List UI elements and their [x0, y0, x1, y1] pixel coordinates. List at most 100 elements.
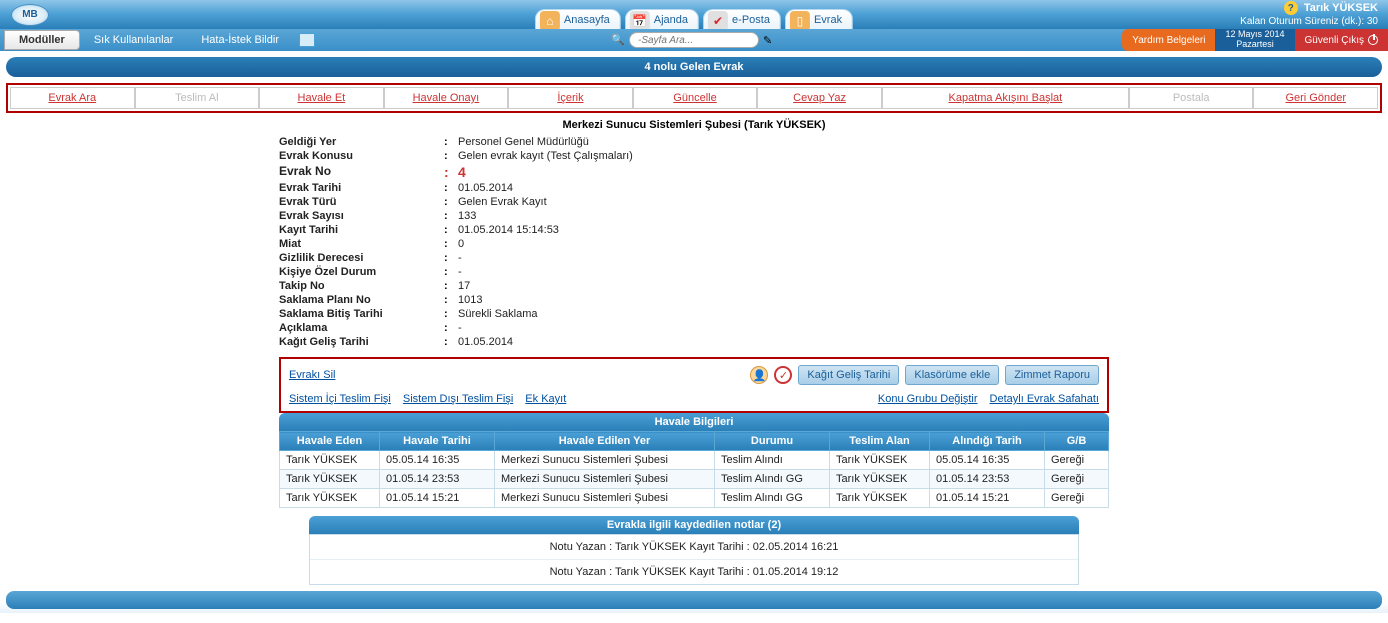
detail-panel: Merkezi Sunucu Sistemleri Şubesi (Tarık …: [279, 119, 1109, 349]
help-icon[interactable]: ?: [1284, 1, 1298, 15]
power-icon: [1368, 35, 1378, 45]
pen-icon[interactable]: ✎: [763, 33, 777, 47]
evraki-sil-link[interactable]: Evrakı Sil: [289, 369, 335, 381]
nav-mail[interactable]: ✔ e-Posta: [703, 9, 781, 29]
kisiye-label: Kişiye Özel Durum: [279, 266, 444, 278]
evrak-tarihi-label: Evrak Tarihi: [279, 182, 444, 194]
table-row[interactable]: Tarık YÜKSEK01.05.14 23:53Merkezi Sunucu…: [280, 470, 1109, 489]
logo-badge[interactable]: MB: [11, 4, 49, 26]
safe-exit-button[interactable]: Güvenli Çıkış: [1295, 29, 1388, 51]
mail-icon: ✔: [708, 11, 728, 31]
top-nav: ⌂ Anasayfa 📅Ajanda ✔ e-Posta ▯Evrak: [535, 0, 853, 29]
takip-value: 17: [458, 280, 1109, 292]
gizlilik-label: Gizlilik Derecesi: [279, 252, 444, 264]
havale-table: Havale Eden Havale Tarihi Havale Edilen …: [279, 431, 1109, 508]
kayit-tarihi-value: 01.05.2014 15:14:53: [458, 224, 1109, 236]
ek-kayit-link[interactable]: Ek Kayıt: [525, 393, 566, 405]
saklama-plan-value: 1013: [458, 294, 1109, 306]
havale-et-link[interactable]: Havale Et: [298, 92, 346, 104]
secondary-actions-highlight: Evrakı Sil 👤 ✓ Kağıt Geliş Tarihi Klasör…: [279, 357, 1109, 413]
toolbar-icon[interactable]: [299, 33, 315, 47]
table-cell: Merkezi Sunucu Sistemleri Şubesi: [495, 470, 715, 489]
evrak-ara-link[interactable]: Evrak Ara: [48, 92, 96, 104]
col-havale-tarihi: Havale Tarihi: [380, 432, 495, 451]
col-havale-yer: Havale Edilen Yer: [495, 432, 715, 451]
table-cell: 01.05.14 15:21: [380, 489, 495, 508]
table-cell: Gereği: [1045, 470, 1109, 489]
table-cell: Gereği: [1045, 451, 1109, 470]
table-cell: 05.05.14 16:35: [930, 451, 1045, 470]
action-bar-highlight: Evrak Ara Teslim Al Havale Et Havale Ona…: [6, 83, 1382, 113]
nav-home-label: Anasayfa: [564, 14, 610, 26]
col-gb: G/B: [1045, 432, 1109, 451]
evrak-konusu-value: Gelen evrak kayıt (Test Çalışmaları): [458, 150, 1109, 162]
table-cell: Tarık YÜKSEK: [830, 489, 930, 508]
detayli-safahat-link[interactable]: Detaylı Evrak Safahatı: [990, 393, 1099, 405]
search-icon: 🔍: [611, 33, 625, 47]
favorites-link[interactable]: Sık Kullanılanlar: [80, 34, 188, 46]
error-report-link[interactable]: Hata-İstek Bildir: [187, 34, 293, 46]
date-line2: Pazartesi: [1225, 40, 1284, 50]
home-icon: ⌂: [540, 11, 560, 31]
top-header: MB ⌂ Anasayfa 📅Ajanda ✔ e-Posta ▯Evrak ? Ta…: [0, 0, 1388, 29]
table-cell: Teslim Alındı GG: [715, 489, 830, 508]
logo-area: MB: [0, 0, 60, 29]
saklama-bitis-label: Saklama Bitiş Tarihi: [279, 308, 444, 320]
notes-title: Evrakla ilgili kaydedilen notlar (2): [309, 516, 1079, 534]
nav-agenda-label: Ajanda: [654, 14, 688, 26]
teslim-al-link: Teslim Al: [175, 92, 218, 104]
miat-label: Miat: [279, 238, 444, 250]
kisiye-value: -: [458, 266, 1109, 278]
session-minutes: 30: [1367, 16, 1378, 27]
nav-agenda[interactable]: 📅Ajanda: [625, 9, 699, 29]
konu-grubu-link[interactable]: Konu Grubu Değiştir: [878, 393, 978, 405]
havale-onayi-link[interactable]: Havale Onayı: [413, 92, 480, 104]
clock-icon[interactable]: ✓: [774, 366, 792, 384]
evrak-konusu-label: Evrak Konusu: [279, 150, 444, 162]
table-cell: Tarık YÜKSEK: [280, 451, 380, 470]
note-row[interactable]: Notu Yazan : Tarık YÜKSEK Kayıt Tarihi :…: [310, 560, 1078, 584]
geri-gonder-link[interactable]: Geri Gönder: [1285, 92, 1346, 104]
nav-mail-label: e-Posta: [732, 14, 770, 26]
klasorume-ekle-button[interactable]: Klasörüme ekle: [905, 365, 999, 385]
table-row[interactable]: Tarık YÜKSEK01.05.14 15:21Merkezi Sunucu…: [280, 489, 1109, 508]
kagit-gelis-value: 01.05.2014: [458, 336, 1109, 348]
icerik-link[interactable]: İçerik: [557, 92, 583, 104]
evrak-no-label: Evrak No: [279, 164, 444, 180]
saklama-plan-label: Saklama Planı No: [279, 294, 444, 306]
table-cell: Tarık YÜKSEK: [280, 489, 380, 508]
note-row[interactable]: Notu Yazan : Tarık YÜKSEK Kayıt Tarihi :…: [310, 535, 1078, 560]
date-display: 12 Mayıs 2014 Pazartesi: [1215, 29, 1294, 51]
page-title: 4 nolu Gelen Evrak: [6, 57, 1382, 77]
table-cell: Teslim Alındı: [715, 451, 830, 470]
table-cell: Merkezi Sunucu Sistemleri Şubesi: [495, 451, 715, 470]
help-docs-button[interactable]: Yardım Belgeleri: [1122, 29, 1215, 51]
guncelle-link[interactable]: Güncelle: [673, 92, 716, 104]
nav-doc[interactable]: ▯Evrak: [785, 9, 853, 29]
nav-home[interactable]: ⌂ Anasayfa: [535, 9, 621, 29]
document-icon: ▯: [790, 11, 810, 31]
sistem-disi-link[interactable]: Sistem Dışı Teslim Fişi: [403, 393, 513, 405]
table-row[interactable]: Tarık YÜKSEK 05.05.14 16:35 Merkezi Sunucu…: [280, 451, 1109, 470]
zimmet-raporu-button[interactable]: Zimmet Raporu: [1005, 365, 1099, 385]
session-label: Kalan Oturum Süreniz (dk.):: [1240, 16, 1364, 27]
aciklama-value: -: [458, 322, 1109, 334]
table-cell: Gereği: [1045, 489, 1109, 508]
search-area: 🔍 ✎: [611, 32, 777, 48]
cevap-yaz-link[interactable]: Cevap Yaz: [793, 92, 846, 104]
right-tabs: Yardım Belgeleri 12 Mayıs 2014 Pazartesi…: [1122, 29, 1388, 51]
user-icon[interactable]: 👤: [750, 366, 768, 384]
user-name: Tarık YÜKSEK: [1304, 2, 1378, 14]
postala-link: Postala: [1173, 92, 1210, 104]
kapatma-link[interactable]: Kapatma Akışını Başlat: [949, 92, 1063, 104]
moduller-button[interactable]: Modüller: [4, 30, 80, 50]
search-input[interactable]: [629, 32, 759, 48]
table-cell: 01.05.14 23:53: [380, 470, 495, 489]
user-info: ? Tarık YÜKSEK Kalan Oturum Süreniz (dk.)…: [1240, 1, 1388, 28]
kagit-gelis-tarihi-button[interactable]: Kağıt Geliş Tarihi: [798, 365, 899, 385]
col-teslim-alan: Teslim Alan: [830, 432, 930, 451]
sistem-ici-link[interactable]: Sistem İçi Teslim Fişi: [289, 393, 391, 405]
havale-title: Havale Bilgileri: [279, 413, 1109, 431]
gizlilik-value: -: [458, 252, 1109, 264]
evrak-turu-label: Evrak Türü: [279, 196, 444, 208]
